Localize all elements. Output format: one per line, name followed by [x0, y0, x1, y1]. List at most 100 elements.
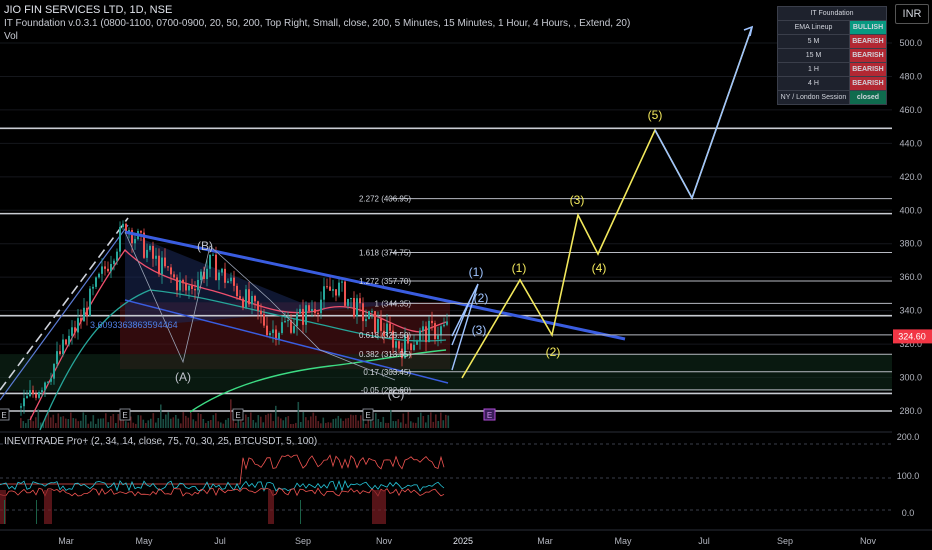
volume-bar	[412, 422, 415, 428]
volume-bar	[230, 399, 232, 428]
time-tick-label: May	[614, 536, 632, 546]
volume-bar	[90, 421, 92, 428]
candle-body	[59, 351, 61, 355]
candle-body	[221, 268, 223, 273]
time-tick-label: Jul	[214, 536, 226, 546]
volume-bar	[360, 415, 362, 428]
fib-level-label: -0.05 (292.60)	[361, 386, 412, 395]
candle-body	[86, 307, 88, 316]
price-tick-label: 400.0	[899, 205, 922, 215]
candle-body	[308, 305, 310, 312]
wave-label-white: (3)	[472, 323, 487, 337]
volume-bar	[210, 420, 212, 428]
currency-button[interactable]: INR	[895, 4, 929, 24]
price-tick-label: 440.0	[899, 138, 922, 148]
volume-bar	[337, 415, 340, 428]
candle-body	[254, 295, 256, 302]
candle-body	[266, 325, 268, 336]
osc-teal-line	[0, 479, 445, 492]
time-tick-label: Mar	[537, 536, 553, 546]
volume-legend[interactable]: Vol	[4, 31, 18, 42]
candle-body	[257, 301, 259, 311]
candle-body	[206, 268, 208, 279]
volume-bar	[397, 419, 400, 428]
candle-body	[197, 279, 199, 291]
wave-label-yellow: (2)	[546, 345, 561, 359]
volume-bar	[292, 423, 295, 428]
earnings-marker-label: E	[235, 411, 240, 420]
volume-bar	[285, 417, 287, 428]
candle-body	[440, 326, 442, 336]
last-price-label: 324.60	[898, 331, 926, 341]
candle-body	[74, 327, 76, 333]
volume-bar	[407, 412, 410, 428]
price-tick-label: 420.0	[899, 172, 922, 182]
candle-body	[410, 343, 412, 350]
volume-bar	[115, 423, 117, 428]
volume-bar	[240, 420, 242, 428]
shaded-zones	[0, 232, 892, 391]
volume-bar	[425, 422, 427, 428]
candle-body	[164, 257, 166, 267]
candle-body	[428, 320, 430, 343]
volume-bar	[357, 420, 360, 428]
candle-body	[83, 307, 85, 322]
candle-body	[215, 254, 217, 281]
volume-bar	[167, 412, 170, 428]
volume-bar	[287, 416, 290, 428]
volume-bar	[352, 415, 355, 428]
osc-signal-bar	[36, 500, 37, 524]
volume-bar	[185, 415, 187, 428]
volume-bar	[257, 415, 260, 428]
candle-body	[305, 305, 307, 325]
volume-bar	[65, 418, 67, 428]
osc-tick-label: 100.0	[897, 471, 920, 481]
volume-bar	[182, 412, 185, 428]
osc-signal-bar	[0, 490, 6, 524]
fib-level-label: 1.272 (357.70)	[359, 277, 411, 286]
candle-body	[146, 249, 148, 258]
candle-body	[209, 254, 211, 269]
volume-bar	[267, 413, 270, 428]
candle-body	[437, 335, 439, 340]
volume-bar	[437, 421, 440, 428]
volume-bar	[350, 414, 352, 428]
volume-bar	[135, 423, 137, 428]
volume-bar	[192, 419, 195, 428]
volume-bar	[202, 418, 205, 428]
target-wave-path	[654, 26, 753, 200]
candle-body	[113, 260, 115, 265]
candle-body	[122, 223, 124, 227]
candle-body	[212, 254, 214, 256]
volume-bar	[155, 422, 157, 428]
candle-body	[188, 285, 190, 291]
wave-label-yellow: (3)	[570, 193, 585, 207]
indicator-legend[interactable]: IT Foundation v.0.3.1 (0800-1100, 0700-0…	[4, 18, 630, 29]
volume-bar	[420, 412, 422, 428]
oscillator-legend[interactable]: INEVITRADE Pro+ (2, 34, 14, close, 75, 7…	[4, 436, 317, 447]
candle-body	[419, 330, 421, 342]
price-tick-label: 460.0	[899, 105, 922, 115]
candle-body	[44, 382, 46, 391]
candle-body	[251, 295, 253, 305]
volume-bar	[447, 415, 450, 428]
candle-body	[287, 320, 289, 322]
candle-body	[311, 309, 313, 312]
earnings-marker-label: E	[487, 411, 492, 420]
volume-bar	[282, 420, 285, 428]
volume-bar	[247, 416, 250, 428]
candle-body	[338, 282, 340, 296]
volume-bar	[342, 420, 345, 428]
volume-bar	[147, 420, 150, 428]
osc-signal-bar	[4, 500, 5, 524]
volume-bar	[355, 414, 357, 428]
volume-bar	[177, 418, 180, 428]
volume-bar	[312, 412, 315, 428]
candle-body	[416, 341, 418, 345]
time-tick-label: Sep	[777, 536, 793, 546]
volume-bar	[222, 423, 225, 428]
volume-bar	[127, 422, 130, 428]
candle-body	[104, 266, 106, 269]
candle-body	[149, 245, 151, 250]
wave-label-yellow: (1)	[512, 261, 527, 275]
